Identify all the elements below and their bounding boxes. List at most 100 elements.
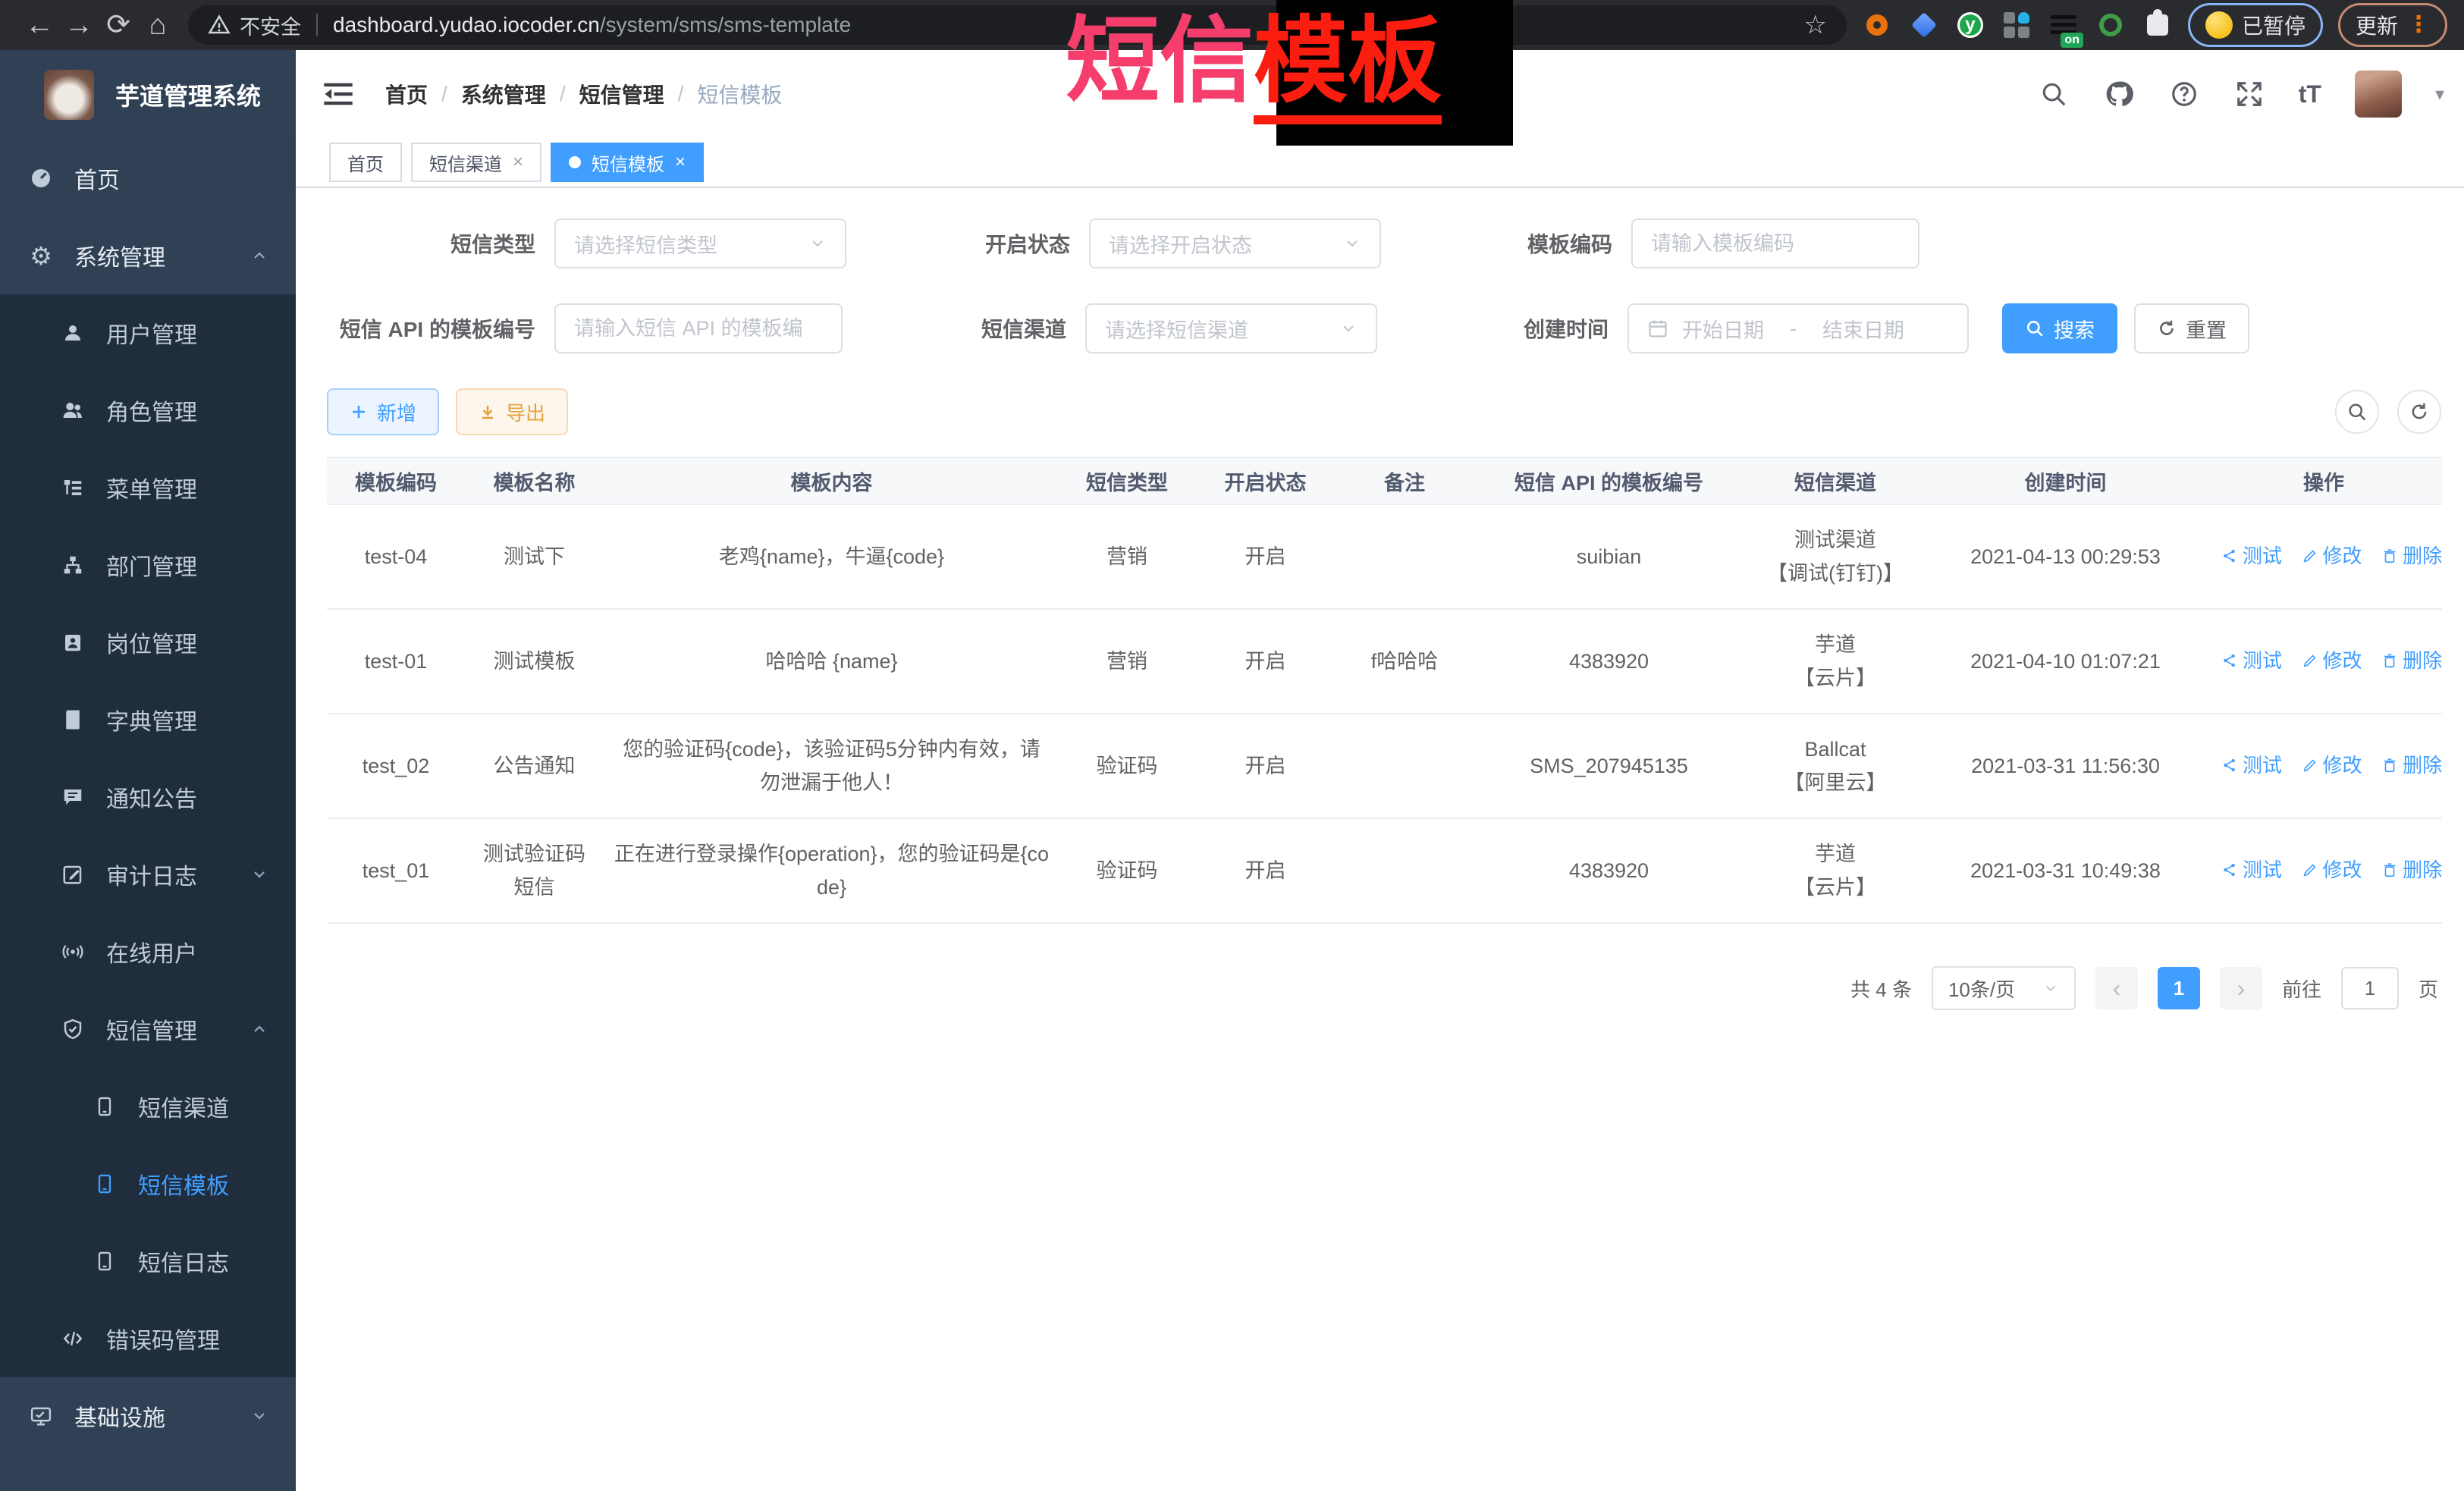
edit-link[interactable]: 修改 <box>2302 539 2362 573</box>
col-status: 开启状态 <box>1194 457 1336 504</box>
sidebar-item-infrastructure[interactable]: 基础设施 <box>0 1377 296 1455</box>
search-button[interactable]: 搜索 <box>2002 303 2117 353</box>
trash-icon <box>2381 548 2398 564</box>
browser-menu-icon[interactable]: ⋮ <box>2407 14 2430 36</box>
sidebar-item-user-management[interactable]: 用户管理 <box>0 294 296 372</box>
browser-update-button[interactable]: 更新 ⋮ <box>2338 3 2447 47</box>
filter-create-time: 创建时间 开始日期 - 结束日期 <box>1377 303 1969 353</box>
template-code-input[interactable] <box>1631 218 1919 268</box>
extension-y-icon[interactable]: y <box>1957 12 1983 38</box>
sidebar-item-sms-log[interactable]: 短信日志 <box>0 1223 296 1300</box>
sidebar-item-dict-management[interactable]: 字典管理 <box>0 681 296 758</box>
api-template-id-input[interactable] <box>554 303 843 353</box>
sidebar-item-sms-channel[interactable]: 短信渠道 <box>0 1068 296 1145</box>
gear-icon: ⚙ <box>27 243 55 268</box>
close-icon[interactable]: × <box>513 152 523 173</box>
share-icon <box>2221 548 2238 564</box>
sidebar-item-error-code-management[interactable]: 错误码管理 <box>0 1300 296 1377</box>
delete-link[interactable]: 删除 <box>2381 644 2442 677</box>
help-icon[interactable] <box>2168 78 2200 110</box>
sidebar-item-role-management[interactable]: 角色管理 <box>0 372 296 449</box>
breadcrumb-sms[interactable]: 短信管理 <box>579 79 664 109</box>
filter-row-1: 短信类型 请选择短信类型 开启状态 请选择开启状态 模板编码 <box>327 218 2441 268</box>
breadcrumb-home[interactable]: 首页 <box>385 79 428 109</box>
tab-home[interactable]: 首页 <box>329 143 402 182</box>
fullscreen-icon[interactable] <box>2233 78 2265 110</box>
channel-select[interactable]: 请选择短信渠道 <box>1085 303 1377 353</box>
test-link[interactable]: 测试 <box>2221 853 2282 887</box>
chevron-down-icon <box>1339 319 1358 337</box>
app-logo[interactable]: 芋道管理系统 <box>0 50 296 140</box>
delete-link[interactable]: 删除 <box>2381 539 2442 573</box>
extension-magnifier-icon[interactable] <box>2097 11 2124 39</box>
address-divider <box>316 14 318 36</box>
refresh-table-button[interactable] <box>2397 390 2441 434</box>
goto-page-input[interactable] <box>2341 967 2399 1009</box>
sidebar-item-menu-management[interactable]: 菜单管理 <box>0 449 296 526</box>
test-link[interactable]: 测试 <box>2221 539 2282 573</box>
delete-link[interactable]: 删除 <box>2381 749 2442 782</box>
edit-link[interactable]: 修改 <box>2302 644 2362 677</box>
sidebar-item-dept-management[interactable]: 部门管理 <box>0 526 296 604</box>
table-tools <box>2335 390 2441 434</box>
search-icon[interactable] <box>2038 78 2070 110</box>
address-bar[interactable]: 不安全 dashboard.yudao.iocoder.cn/system/sm… <box>188 5 1847 45</box>
profile-paused-chip[interactable]: 已暂停 <box>2188 3 2323 47</box>
phone-icon <box>91 1096 118 1117</box>
next-page-button[interactable]: › <box>2220 967 2262 1009</box>
col-sms-type: 短信类型 <box>1059 457 1194 504</box>
status-select[interactable]: 请选择开启状态 <box>1089 218 1381 268</box>
filter-template-code: 模板编码 <box>1381 218 1919 268</box>
test-link[interactable]: 测试 <box>2221 644 2282 677</box>
extension-ring-icon[interactable] <box>1863 11 1891 39</box>
edit-link[interactable]: 修改 <box>2302 749 2362 782</box>
user-avatar[interactable] <box>2355 71 2402 118</box>
bookmark-star-icon[interactable]: ☆ <box>1803 10 1826 40</box>
sidebar-item-notice-management[interactable]: 通知公告 <box>0 758 296 836</box>
extension-puzzle-icon[interactable] <box>2144 11 2171 39</box>
date-end-placeholder: 结束日期 <box>1822 314 1904 344</box>
close-icon[interactable]: × <box>675 152 686 173</box>
sidebar: 芋道管理系统 首页 ⚙ 系统管理 用户管理 角色管理 菜单管理 <box>0 50 296 1491</box>
breadcrumb: 首页 / 系统管理 / 短信管理 / 短信模板 <box>385 79 782 109</box>
browser-home-icon[interactable]: ⌂ <box>138 2 177 49</box>
avatar-caret-icon[interactable]: ▾ <box>2435 83 2444 105</box>
sidebar-item-sms-template[interactable]: 短信模板 <box>0 1145 296 1223</box>
browser-forward-icon[interactable]: → <box>59 2 99 49</box>
sidebar-item-sms-management[interactable]: 短信管理 <box>0 990 296 1068</box>
tab-sms-template[interactable]: 短信模板× <box>551 143 704 182</box>
tab-sms-channel[interactable]: 短信渠道× <box>411 143 541 182</box>
main-area: 首页 / 系统管理 / 短信管理 / 短信模板 tT ▾ 首页 短信渠道× 短信… <box>296 50 2464 1491</box>
export-button[interactable]: 导出 <box>456 388 568 435</box>
current-page-button[interactable]: 1 <box>2158 967 2200 1009</box>
add-button[interactable]: 新增 <box>327 388 439 435</box>
phone-icon <box>91 1173 118 1194</box>
font-size-icon[interactable]: tT <box>2299 80 2321 108</box>
header-actions: tT ▾ <box>2038 71 2444 118</box>
extension-list-icon[interactable]: on <box>2050 11 2077 39</box>
prev-page-button[interactable]: ‹ <box>2095 967 2138 1009</box>
toggle-search-button[interactable] <box>2335 390 2379 434</box>
extension-grid-icon[interactable] <box>2003 11 2030 39</box>
browser-back-icon[interactable]: ← <box>20 2 59 49</box>
github-icon[interactable] <box>2103 78 2135 110</box>
breadcrumb-system[interactable]: 系统管理 <box>461 79 546 109</box>
reset-button[interactable]: 重置 <box>2134 303 2249 353</box>
delete-link[interactable]: 删除 <box>2381 853 2442 887</box>
test-link[interactable]: 测试 <box>2221 749 2282 782</box>
sidebar-collapse-icon[interactable] <box>322 79 355 109</box>
filter-channel: 短信渠道 请选择短信渠道 <box>843 303 1377 353</box>
date-range-picker[interactable]: 开始日期 - 结束日期 <box>1627 303 1969 353</box>
sidebar-item-post-management[interactable]: 岗位管理 <box>0 604 296 681</box>
sidebar-item-audit-log[interactable]: 审计日志 <box>0 836 296 913</box>
extension-gem-icon[interactable] <box>1910 11 1938 39</box>
sidebar-item-home[interactable]: 首页 <box>0 140 296 217</box>
page-size-select[interactable]: 10条/页 <box>1932 966 2076 1010</box>
sms-template-table: 模板编码 模板名称 模板内容 短信类型 开启状态 备注 短信 API 的模板编号… <box>327 457 2442 924</box>
edit-link[interactable]: 修改 <box>2302 853 2362 887</box>
sidebar-item-online-users[interactable]: 在线用户 <box>0 913 296 990</box>
sidebar-item-system-management[interactable]: ⚙ 系统管理 <box>0 217 296 294</box>
sms-type-select[interactable]: 请选择短信类型 <box>554 218 846 268</box>
page-url: dashboard.yudao.iocoder.cn/system/sms/sm… <box>333 13 851 37</box>
browser-reload-icon[interactable]: ⟳ <box>99 2 138 49</box>
